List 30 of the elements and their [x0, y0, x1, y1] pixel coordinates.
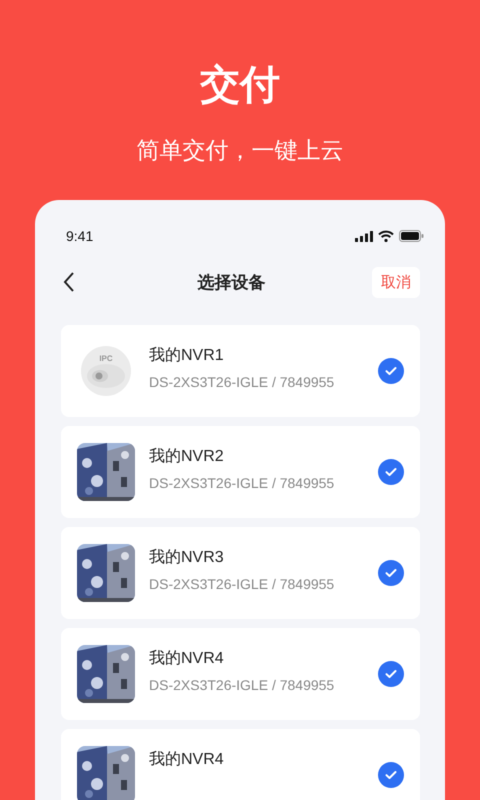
checkbox[interactable] — [378, 560, 404, 586]
device-name: 我的NVR2 — [149, 446, 225, 467]
device-item[interactable]: 我的NVR3 DS-2XS3T26-IGLE / 7849955 — [61, 527, 420, 619]
device-detail: DS-2XS3T26-IGLE / 7849955 — [149, 576, 336, 592]
status-time: 9:41 — [66, 228, 94, 244]
device-detail: DS-2XS3T26-IGLE / 7849955 — [149, 374, 336, 390]
battery-icon — [399, 230, 424, 242]
device-item[interactable]: 我的NVR4 DS-2XS3T26-IGLE / 7849955 — [61, 628, 420, 720]
hero-title: 交付 — [200, 62, 280, 109]
device-name: 我的NVR1 — [149, 346, 225, 366]
device-detail: DS-2XS3T26-IGLE / 7849955 — [149, 677, 336, 693]
checkbox[interactable] — [378, 762, 404, 788]
cancel-button[interactable]: 取消 — [372, 266, 420, 298]
device-item[interactable]: IPC 我的NVR1 DS-2XS3T26-IGLE / 7849955 — [61, 325, 420, 417]
hero-subtitle: 简单交付，一键上云 — [136, 136, 344, 165]
signal-icon — [355, 230, 373, 242]
checkbox[interactable] — [378, 459, 404, 485]
device-name: 我的NVR4 — [149, 750, 225, 770]
device-item[interactable]: 我的NVR4 — [61, 729, 420, 800]
camera-label: IPC — [99, 354, 113, 362]
device-name: 我的NVR4 — [149, 648, 225, 669]
device-name: 我的NVR3 — [149, 548, 225, 568]
checkbox[interactable] — [378, 358, 404, 384]
checkbox[interactable] — [378, 661, 404, 687]
screen-title: 选择设备 — [198, 272, 266, 294]
device-item[interactable]: 我的NVR2 DS-2XS3T26-IGLE / 7849955 — [61, 426, 420, 518]
wifi-icon — [378, 230, 394, 242]
device-detail: DS-2XS3T26-IGLE / 7849955 — [149, 475, 336, 491]
back-icon — [63, 272, 75, 292]
lens-icon — [86, 362, 126, 388]
